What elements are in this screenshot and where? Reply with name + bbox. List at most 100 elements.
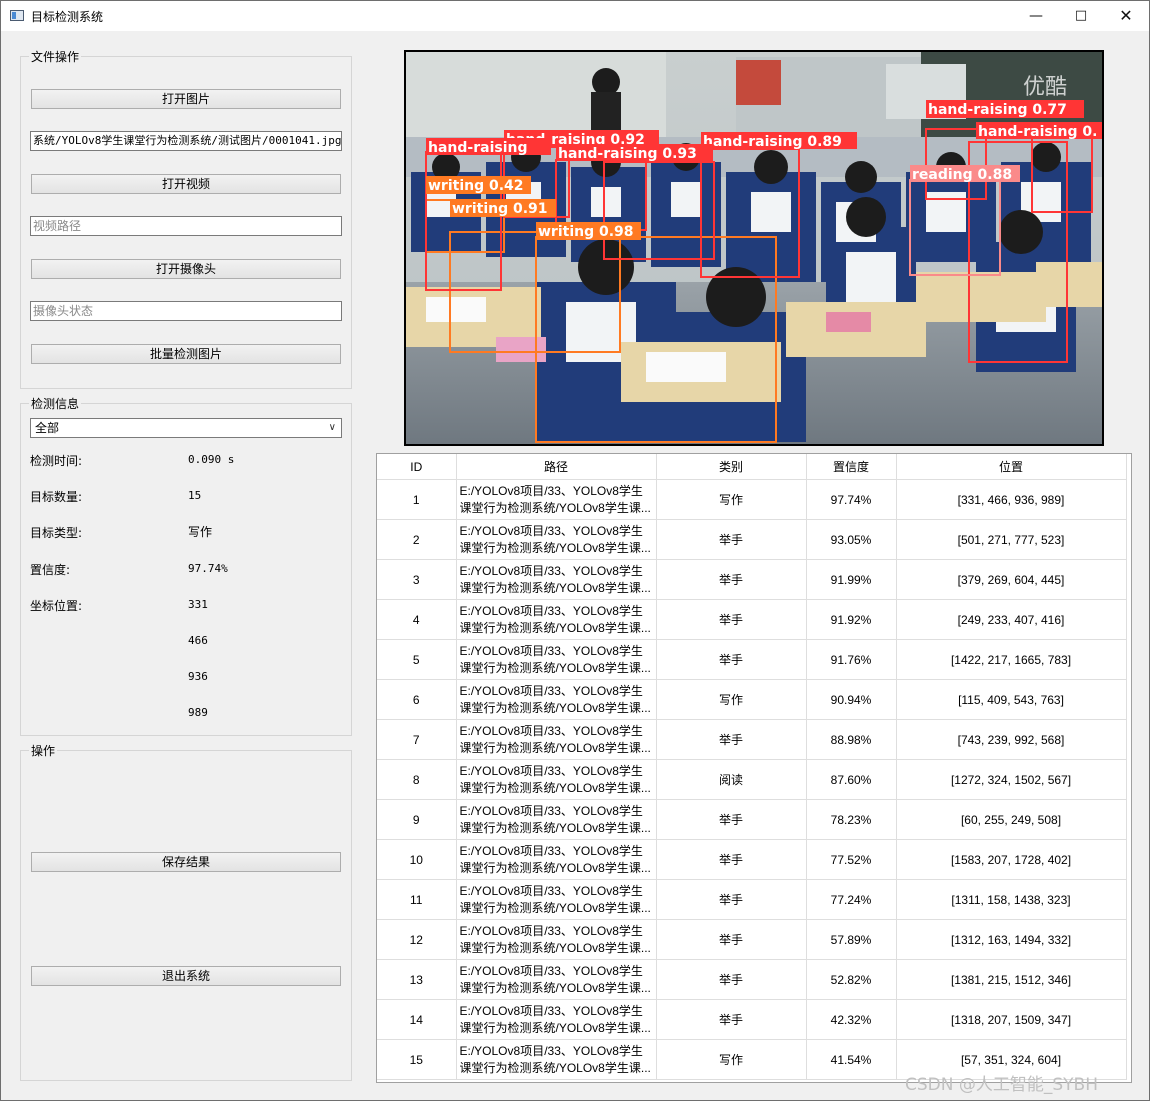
cell-confidence[interactable]: 91.92% xyxy=(806,599,897,640)
camera-status-field[interactable]: 摄像头状态 xyxy=(30,301,342,321)
cell-confidence[interactable]: 77.52% xyxy=(806,839,897,880)
cell-id[interactable]: 2 xyxy=(377,519,457,560)
cell-path[interactable]: E:/YOLOv8项目/33、YOLOv8学生 课堂行为检测系统/YOLOv8学生… xyxy=(456,879,657,920)
class-filter-select[interactable]: 全部 ∨ xyxy=(30,418,342,438)
header-confidence[interactable]: 置信度 xyxy=(806,454,897,480)
cell-id[interactable]: 12 xyxy=(377,919,457,960)
cell-position[interactable]: [60, 255, 249, 508] xyxy=(896,799,1127,840)
cell-path[interactable]: E:/YOLOv8项目/33、YOLOv8学生 课堂行为检测系统/YOLOv8学生… xyxy=(456,919,657,960)
cell-confidence[interactable]: 57.89% xyxy=(806,919,897,960)
cell-confidence[interactable]: 77.24% xyxy=(806,879,897,920)
header-class[interactable]: 类别 xyxy=(656,454,807,480)
close-icon[interactable]: ✕ xyxy=(1103,1,1149,31)
video-path-field[interactable]: 视频路径 xyxy=(30,216,342,236)
table-row[interactable]: 11 E:/YOLOv8项目/33、YOLOv8学生 课堂行为检测系统/YOLOv8… xyxy=(377,879,1127,920)
table-row[interactable]: 10 E:/YOLOv8项目/33、YOLOv8学生 课堂行为检测系统/YOLOv8… xyxy=(377,839,1127,880)
minimize-icon[interactable]: — xyxy=(1013,1,1059,31)
cell-confidence[interactable]: 97.74% xyxy=(806,479,897,520)
cell-position[interactable]: [501, 271, 777, 523] xyxy=(896,519,1127,560)
cell-path[interactable]: E:/YOLOv8项目/33、YOLOv8学生 课堂行为检测系统/YOLOv8学生… xyxy=(456,479,657,520)
table-row[interactable]: 7 E:/YOLOv8项目/33、YOLOv8学生 课堂行为检测系统/YOLOv8学… xyxy=(377,719,1127,760)
cell-id[interactable]: 3 xyxy=(377,559,457,600)
cell-path[interactable]: E:/YOLOv8项目/33、YOLOv8学生 课堂行为检测系统/YOLOv8学生… xyxy=(456,999,657,1040)
image-path-field[interactable]: 系统/YOLOv8学生课堂行为检测系统/测试图片/0001041.jpg xyxy=(30,131,342,151)
cell-path[interactable]: E:/YOLOv8项目/33、YOLOv8学生 课堂行为检测系统/YOLOv8学生… xyxy=(456,799,657,840)
cell-confidence[interactable]: 42.32% xyxy=(806,999,897,1040)
header-id[interactable]: ID xyxy=(377,454,457,480)
cell-class[interactable]: 写作 xyxy=(656,679,807,720)
header-position[interactable]: 位置 xyxy=(896,454,1127,480)
cell-confidence[interactable]: 87.60% xyxy=(806,759,897,800)
cell-class[interactable]: 举手 xyxy=(656,559,807,600)
cell-position[interactable]: [1318, 207, 1509, 347] xyxy=(896,999,1127,1040)
cell-id[interactable]: 9 xyxy=(377,799,457,840)
cell-class[interactable]: 写作 xyxy=(656,479,807,520)
table-row[interactable]: 4 E:/YOLOv8项目/33、YOLOv8学生 课堂行为检测系统/YOLOv8学… xyxy=(377,599,1127,640)
open-image-button[interactable]: 打开图片 xyxy=(31,89,341,109)
cell-class[interactable]: 举手 xyxy=(656,519,807,560)
table-row[interactable]: 6 E:/YOLOv8项目/33、YOLOv8学生 课堂行为检测系统/YOLOv8学… xyxy=(377,679,1127,720)
cell-position[interactable]: [379, 269, 604, 445] xyxy=(896,559,1127,600)
cell-path[interactable]: E:/YOLOv8项目/33、YOLOv8学生 课堂行为检测系统/YOLOv8学生… xyxy=(456,599,657,640)
cell-class[interactable]: 阅读 xyxy=(656,759,807,800)
cell-id[interactable]: 5 xyxy=(377,639,457,680)
cell-position[interactable]: [1311, 158, 1438, 323] xyxy=(896,879,1127,920)
maximize-icon[interactable]: □ xyxy=(1058,1,1104,31)
cell-path[interactable]: E:/YOLOv8项目/33、YOLOv8学生 课堂行为检测系统/YOLOv8学生… xyxy=(456,959,657,1000)
cell-path[interactable]: E:/YOLOv8项目/33、YOLOv8学生 课堂行为检测系统/YOLOv8学生… xyxy=(456,559,657,600)
table-row[interactable]: 1 E:/YOLOv8项目/33、YOLOv8学生 课堂行为检测系统/YOLOv8学… xyxy=(377,479,1127,520)
table-row[interactable]: 12 E:/YOLOv8项目/33、YOLOv8学生 课堂行为检测系统/YOLOv8… xyxy=(377,919,1127,960)
table-row[interactable]: 14 E:/YOLOv8项目/33、YOLOv8学生 课堂行为检测系统/YOLOv8… xyxy=(377,999,1127,1040)
cell-confidence[interactable]: 91.99% xyxy=(806,559,897,600)
cell-id[interactable]: 8 xyxy=(377,759,457,800)
cell-id[interactable]: 1 xyxy=(377,479,457,520)
cell-class[interactable]: 写作 xyxy=(656,1039,807,1080)
cell-confidence[interactable]: 41.54% xyxy=(806,1039,897,1080)
batch-detect-button[interactable]: 批量检测图片 xyxy=(31,344,341,364)
cell-class[interactable]: 举手 xyxy=(656,959,807,1000)
cell-confidence[interactable]: 88.98% xyxy=(806,719,897,760)
cell-class[interactable]: 举手 xyxy=(656,879,807,920)
table-row[interactable]: 8 E:/YOLOv8项目/33、YOLOv8学生 课堂行为检测系统/YOLOv8学… xyxy=(377,759,1127,800)
header-path[interactable]: 路径 xyxy=(456,454,657,480)
table-row[interactable]: 13 E:/YOLOv8项目/33、YOLOv8学生 课堂行为检测系统/YOLOv8… xyxy=(377,959,1127,1000)
table-row[interactable]: 3 E:/YOLOv8项目/33、YOLOv8学生 课堂行为检测系统/YOLOv8学… xyxy=(377,559,1127,600)
cell-id[interactable]: 10 xyxy=(377,839,457,880)
cell-id[interactable]: 13 xyxy=(377,959,457,1000)
cell-position[interactable]: [249, 233, 407, 416] xyxy=(896,599,1127,640)
exit-button[interactable]: 退出系统 xyxy=(31,966,341,986)
cell-confidence[interactable]: 52.82% xyxy=(806,959,897,1000)
cell-position[interactable]: [1272, 324, 1502, 567] xyxy=(896,759,1127,800)
cell-position[interactable]: [115, 409, 543, 763] xyxy=(896,679,1127,720)
cell-path[interactable]: E:/YOLOv8项目/33、YOLOv8学生 课堂行为检测系统/YOLOv8学生… xyxy=(456,839,657,880)
cell-confidence[interactable]: 90.94% xyxy=(806,679,897,720)
cell-class[interactable]: 举手 xyxy=(656,999,807,1040)
cell-position[interactable]: [743, 239, 992, 568] xyxy=(896,719,1127,760)
cell-id[interactable]: 6 xyxy=(377,679,457,720)
cell-position[interactable]: [1312, 163, 1494, 332] xyxy=(896,919,1127,960)
cell-class[interactable]: 举手 xyxy=(656,719,807,760)
cell-confidence[interactable]: 93.05% xyxy=(806,519,897,560)
cell-id[interactable]: 14 xyxy=(377,999,457,1040)
cell-class[interactable]: 举手 xyxy=(656,599,807,640)
table-row[interactable]: 9 E:/YOLOv8项目/33、YOLOv8学生 课堂行为检测系统/YOLOv8学… xyxy=(377,799,1127,840)
cell-id[interactable]: 11 xyxy=(377,879,457,920)
cell-position[interactable]: [1583, 207, 1728, 402] xyxy=(896,839,1127,880)
table-row[interactable]: 2 E:/YOLOv8项目/33、YOLOv8学生 课堂行为检测系统/YOLOv8学… xyxy=(377,519,1127,560)
save-button[interactable]: 保存结果 xyxy=(31,852,341,872)
cell-path[interactable]: E:/YOLOv8项目/33、YOLOv8学生 课堂行为检测系统/YOLOv8学生… xyxy=(456,759,657,800)
cell-class[interactable]: 举手 xyxy=(656,839,807,880)
cell-path[interactable]: E:/YOLOv8项目/33、YOLOv8学生 课堂行为检测系统/YOLOv8学生… xyxy=(456,679,657,720)
cell-position[interactable]: [331, 466, 936, 989] xyxy=(896,479,1127,520)
cell-class[interactable]: 举手 xyxy=(656,639,807,680)
cell-path[interactable]: E:/YOLOv8项目/33、YOLOv8学生 课堂行为检测系统/YOLOv8学生… xyxy=(456,719,657,760)
cell-position[interactable]: [1381, 215, 1512, 346] xyxy=(896,959,1127,1000)
results-table[interactable]: ID 路径 类别 置信度 位置 1 E:/YOLOv8项目/33、YOLOv8学生… xyxy=(376,453,1132,1083)
open-video-button[interactable]: 打开视频 xyxy=(31,174,341,194)
cell-position[interactable]: [1422, 217, 1665, 783] xyxy=(896,639,1127,680)
cell-class[interactable]: 举手 xyxy=(656,799,807,840)
cell-path[interactable]: E:/YOLOv8项目/33、YOLOv8学生 课堂行为检测系统/YOLOv8学生… xyxy=(456,1039,657,1080)
cell-id[interactable]: 7 xyxy=(377,719,457,760)
cell-confidence[interactable]: 91.76% xyxy=(806,639,897,680)
open-camera-button[interactable]: 打开摄像头 xyxy=(31,259,341,279)
